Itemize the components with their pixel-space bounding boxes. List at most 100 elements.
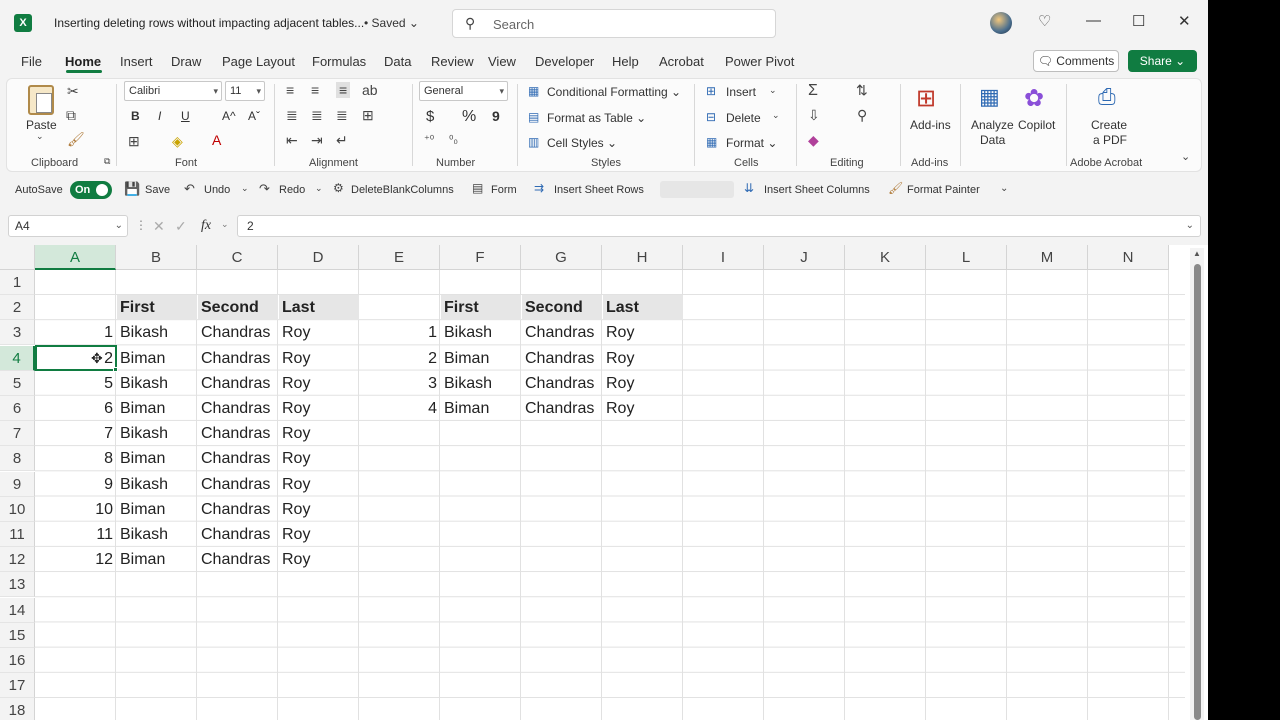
form-button[interactable]: Form — [491, 184, 517, 196]
analyze-data-line2[interactable]: Data — [980, 133, 1005, 147]
index-cell[interactable]: 8 — [36, 446, 116, 471]
row-header-6[interactable]: 6 — [0, 396, 35, 421]
customize-qat-icon[interactable]: ⌄ — [1000, 183, 1008, 194]
tab-developer[interactable]: Developer — [535, 54, 594, 69]
tab-view[interactable]: View — [488, 54, 516, 69]
row-header-8[interactable]: 8 — [0, 446, 35, 472]
borders-icon[interactable]: ⊞ — [128, 133, 140, 150]
number-format-select[interactable]: General ▾ — [419, 81, 508, 101]
lightbulb-icon[interactable]: ♡ — [1038, 12, 1051, 30]
format-painter-button[interactable]: Format Painter — [907, 184, 980, 196]
add-ins-icon[interactable]: ⊞ — [916, 84, 936, 113]
insert-cells-button[interactable]: Insert — [726, 85, 756, 99]
copy-icon[interactable]: ⧉ — [66, 107, 76, 124]
copilot-icon[interactable]: ✿ — [1024, 84, 1044, 113]
align-bottom-icon[interactable]: ≡ — [336, 82, 351, 98]
undo-icon[interactable]: ↶ — [184, 181, 195, 197]
table-cell[interactable]: Chandras — [198, 421, 278, 446]
add-ins-button[interactable]: Add-ins — [910, 118, 951, 132]
table-cell[interactable]: Chandras — [198, 547, 278, 572]
document-title[interactable]: Inserting deleting rows without impactin… — [54, 16, 364, 30]
format-painter-icon[interactable]: 🖌 — [888, 181, 903, 195]
table-cell[interactable]: Chandras — [522, 371, 602, 396]
table-cell[interactable]: Roy — [279, 472, 359, 497]
table-cell[interactable]: Roy — [603, 396, 683, 421]
saved-status[interactable]: • Saved ⌄ — [364, 16, 419, 30]
table-cell[interactable]: Biman — [117, 346, 197, 371]
table-cell[interactable]: Roy — [279, 446, 359, 471]
column-header-d[interactable]: D — [278, 245, 359, 270]
cancel-icon[interactable]: ✕ — [153, 218, 165, 235]
column-header-g[interactable]: G — [521, 245, 602, 270]
table-cell[interactable]: Biman — [117, 446, 197, 471]
tab-formulas[interactable]: Formulas — [312, 54, 366, 69]
save-icon[interactable]: 💾 — [124, 181, 140, 197]
table-cell[interactable]: Biman — [117, 547, 197, 572]
table-cell[interactable]: Biman — [441, 346, 521, 371]
row-header-17[interactable]: 17 — [0, 673, 35, 699]
column-header-b[interactable]: B — [116, 245, 197, 270]
index-cell[interactable]: 4 — [360, 396, 440, 421]
currency-button[interactable]: $ — [426, 108, 434, 125]
tab-help[interactable]: Help — [612, 54, 639, 69]
tab-home[interactable]: Home — [65, 54, 101, 69]
row-header-9[interactable]: 9 — [0, 471, 35, 497]
table-header-cell[interactable]: First — [117, 295, 197, 321]
chevron-down-icon[interactable]: ⌄ — [315, 183, 323, 194]
create-pdf-icon[interactable]: ⎙ — [1098, 84, 1116, 110]
increase-decimal-icon[interactable]: ⁺⁰ — [424, 133, 434, 146]
paste-dropdown-icon[interactable]: ⌄ — [36, 131, 44, 142]
index-cell[interactable]: 5 — [36, 371, 116, 396]
chevron-down-icon[interactable]: ⌄ — [241, 183, 249, 194]
row-header-7[interactable]: 7 — [0, 421, 35, 447]
font-size-select[interactable]: 11 ▾ — [225, 81, 265, 101]
column-header-n[interactable]: N — [1088, 245, 1169, 270]
row-header-13[interactable]: 13 — [0, 572, 35, 598]
autosum-icon[interactable]: Σ — [808, 82, 818, 100]
delete-blank-columns-icon[interactable]: ⚙ — [333, 181, 344, 195]
form-icon[interactable]: ▤ — [472, 181, 483, 195]
column-header-j[interactable]: J — [764, 245, 845, 270]
table-cell[interactable]: Roy — [279, 547, 359, 572]
table-header-cell[interactable]: Second — [198, 295, 278, 321]
row-header-14[interactable]: 14 — [0, 597, 35, 623]
insert-function-button[interactable]: fx — [201, 218, 211, 234]
chevron-down-icon[interactable]: ⌄ — [769, 85, 777, 96]
underline-button[interactable]: U — [181, 109, 190, 123]
scrollbar-thumb[interactable] — [1194, 264, 1201, 720]
search-input[interactable]: ⚲ Search — [452, 9, 776, 38]
row-header-15[interactable]: 15 — [0, 622, 35, 648]
redo-button[interactable]: Redo — [279, 184, 305, 196]
fill-icon[interactable]: ⇩ — [808, 107, 820, 124]
index-cell[interactable]: 7 — [36, 421, 116, 446]
row-header-18[interactable]: 18 — [0, 698, 35, 720]
align-middle-icon[interactable]: ≡ — [311, 82, 319, 98]
table-cell[interactable]: Roy — [279, 396, 359, 421]
wrap-text-icon[interactable]: ↵ — [336, 132, 348, 149]
table-cell[interactable]: Roy — [279, 522, 359, 547]
expand-formula-bar-icon[interactable]: ⌄ — [1186, 216, 1194, 236]
index-cell[interactable]: 11 — [36, 522, 116, 547]
row-header-4[interactable]: 4 — [0, 345, 35, 371]
delete-cells-button[interactable]: Delete — [726, 111, 761, 125]
table-cell[interactable]: Biman — [117, 497, 197, 522]
fill-color-icon[interactable]: ◈ — [172, 133, 183, 150]
align-center-icon[interactable]: ≣ — [311, 107, 323, 124]
index-cell[interactable]: 1 — [360, 320, 440, 345]
minimize-button[interactable]: — — [1086, 12, 1101, 29]
align-right-icon[interactable]: ≣ — [336, 107, 348, 124]
column-header-h[interactable]: H — [602, 245, 683, 270]
comments-button[interactable]: 🗨 Comments — [1033, 50, 1119, 72]
index-cell[interactable]: 12 — [36, 547, 116, 572]
column-header-k[interactable]: K — [845, 245, 926, 270]
table-cell[interactable]: Bikash — [441, 371, 521, 396]
tab-draw[interactable]: Draw — [171, 54, 201, 69]
table-cell[interactable]: Roy — [279, 320, 359, 345]
index-cell[interactable]: 9 — [36, 472, 116, 497]
table-cell[interactable]: Chandras — [198, 522, 278, 547]
bold-button[interactable]: B — [131, 109, 140, 123]
row-header-5[interactable]: 5 — [0, 370, 35, 396]
chevron-down-icon[interactable]: ⌄ — [115, 216, 123, 236]
index-cell[interactable]: 10 — [36, 497, 116, 522]
insert-sheet-rows-icon[interactable]: ⇉ — [534, 181, 544, 195]
